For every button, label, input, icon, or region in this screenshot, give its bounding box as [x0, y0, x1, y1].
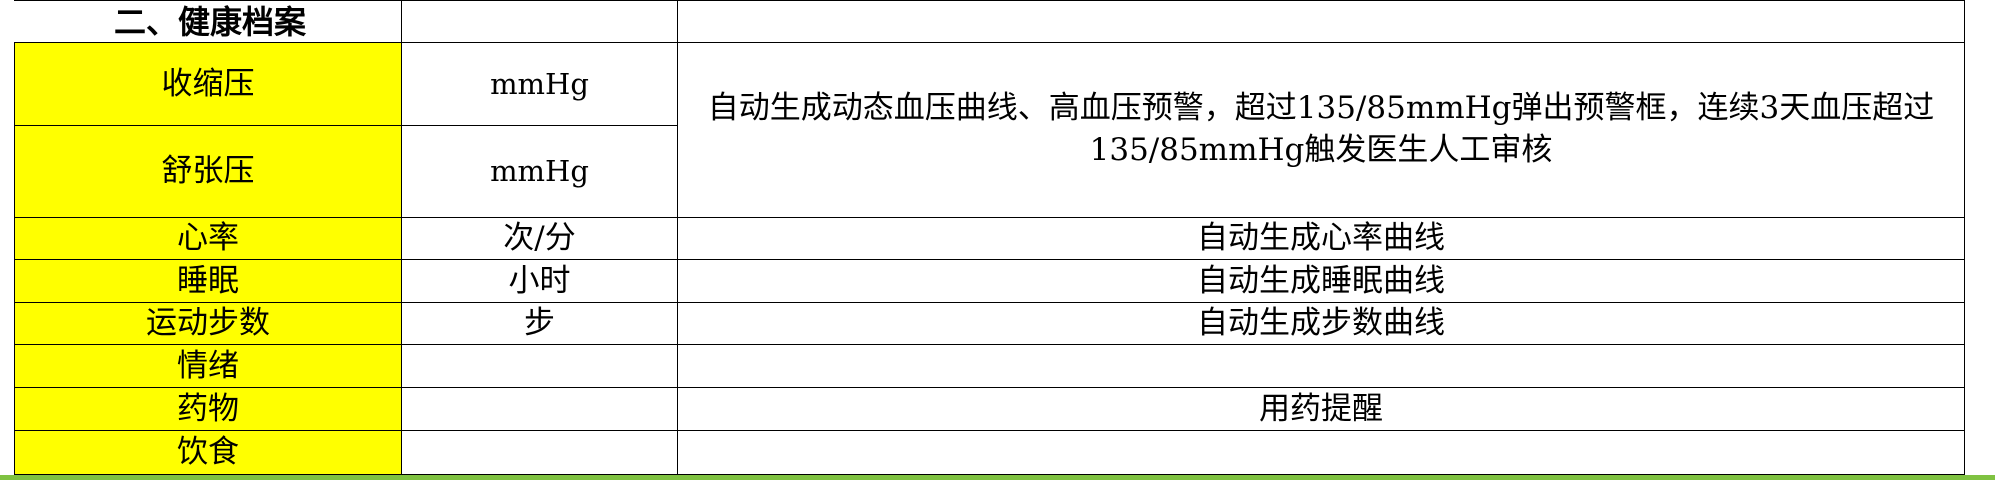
item-cell-mood[interactable]: 情绪 [14, 345, 402, 388]
item-cell-diet[interactable]: 饮食 [14, 431, 402, 475]
unit-cell-medication[interactable] [402, 388, 678, 431]
section-title-cell[interactable]: 二、健康档案 [14, 0, 402, 43]
unit-label: 小时 [508, 262, 571, 299]
sheet-right-margin [1965, 0, 1995, 475]
item-cell-medication[interactable]: 药物 [14, 388, 402, 431]
item-cell-systolic[interactable]: 收缩压 [14, 43, 402, 126]
unit-cell-sleep[interactable]: 小时 [402, 260, 678, 303]
description-cell-steps[interactable]: 自动生成步数曲线 [678, 303, 1965, 345]
spreadsheet: 二、健康档案 收缩压 mmHg 舒张压 mmHg 自动生成动态血压曲线、高血压预… [0, 0, 1995, 480]
item-label: 饮食 [177, 434, 239, 471]
description-label: 自动生成心率曲线 [1197, 220, 1445, 257]
unit-cell-mood[interactable] [402, 345, 678, 388]
unit-label: 步 [524, 305, 555, 342]
unit-label: mmHg [490, 66, 589, 101]
description-label: 用药提醒 [1259, 390, 1383, 427]
section-title: 二、健康档案 [114, 2, 307, 41]
unit-cell-diastolic[interactable]: mmHg [402, 126, 678, 218]
item-label: 睡眠 [177, 262, 239, 299]
item-label: 药物 [177, 390, 239, 427]
description-cell-heart-rate[interactable]: 自动生成心率曲线 [678, 218, 1965, 260]
unit-label: 次/分 [503, 220, 576, 257]
header-cell-description[interactable] [678, 0, 1965, 43]
item-label: 心率 [177, 220, 239, 257]
description-cell-diet[interactable] [678, 431, 1965, 475]
header-cell-unit[interactable] [402, 0, 678, 43]
description-cell-mood[interactable] [678, 345, 1965, 388]
selection-border-strip [0, 475, 1995, 480]
item-cell-steps[interactable]: 运动步数 [14, 303, 402, 345]
description-label: 自动生成睡眠曲线 [1197, 262, 1445, 299]
description-cell-medication[interactable]: 用药提醒 [678, 388, 1965, 431]
item-cell-heart-rate[interactable]: 心率 [14, 218, 402, 260]
item-cell-sleep[interactable]: 睡眠 [14, 260, 402, 303]
unit-cell-steps[interactable]: 步 [402, 303, 678, 345]
unit-label: mmHg [490, 154, 589, 189]
item-label: 舒张压 [161, 153, 255, 190]
blood-pressure-description: 自动生成动态血压曲线、高血压预警，超过135/85mmHg弹出预警框，连续3天血… [707, 90, 1935, 168]
blood-pressure-description-cell[interactable]: 自动生成动态血压曲线、高血压预警，超过135/85mmHg弹出预警框，连续3天血… [678, 43, 1965, 218]
unit-cell-heart-rate[interactable]: 次/分 [402, 218, 678, 260]
item-cell-diastolic[interactable]: 舒张压 [14, 126, 402, 218]
unit-cell-systolic[interactable]: mmHg [402, 43, 678, 126]
item-label: 收缩压 [161, 65, 255, 102]
unit-cell-diet[interactable] [402, 431, 678, 475]
item-label: 情绪 [177, 347, 239, 384]
description-label: 自动生成步数曲线 [1197, 305, 1445, 342]
description-cell-sleep[interactable]: 自动生成睡眠曲线 [678, 260, 1965, 303]
sheet-grid: 二、健康档案 收缩压 mmHg 舒张压 mmHg 自动生成动态血压曲线、高血压预… [0, 0, 1995, 475]
item-label: 运动步数 [146, 305, 270, 342]
